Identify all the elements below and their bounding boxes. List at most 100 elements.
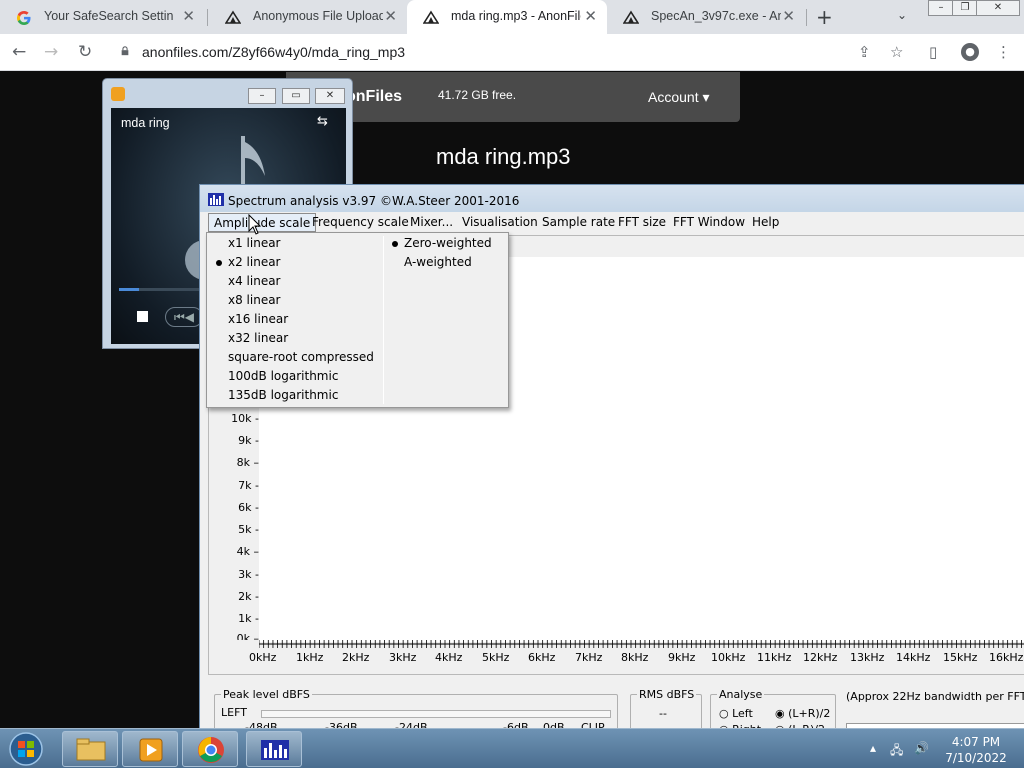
tab-separator — [207, 9, 208, 26]
back-arrow-icon[interactable]: ← — [12, 42, 26, 62]
analyse-label: Analyse — [717, 688, 765, 701]
amp-option[interactable]: x4 linear — [228, 274, 281, 288]
tab-search-chevron-icon[interactable]: ⌄ — [897, 8, 907, 22]
google-icon — [17, 11, 31, 25]
weighting-option[interactable]: Zero-weighted — [404, 236, 492, 250]
amp-option[interactable]: x2 linear — [228, 255, 281, 269]
menu-fft-size[interactable]: FFT size — [618, 215, 666, 229]
menu-mixer[interactable]: Mixer... — [410, 215, 453, 229]
y-tick: 1k - — [238, 612, 259, 625]
tab-label: Your SafeSearch Setting — [44, 9, 174, 23]
rms-left-value: -- — [659, 707, 667, 720]
profile-avatar-icon[interactable]: ● — [961, 43, 979, 61]
taskbar-spectrum-analysis[interactable] — [246, 731, 302, 767]
close-icon[interactable]: ✕ — [384, 7, 397, 25]
taskbar-media-player[interactable] — [122, 731, 178, 767]
address-bar[interactable]: anonfiles.com/Z8yf66w4y0/mda_ring_mp3 — [110, 38, 928, 67]
tab-separator — [806, 9, 807, 26]
player-minimize-button[interactable]: – — [248, 88, 276, 104]
amp-option[interactable]: x32 linear — [228, 331, 288, 345]
amp-option[interactable]: x8 linear — [228, 293, 281, 307]
windows-taskbar: ▴ 🖧 🔊 4:07 PM 7/10/2022 — [0, 728, 1024, 768]
peak-level-label: Peak level dBFS — [221, 688, 312, 701]
tab-safesearch[interactable]: Your SafeSearch Setting ✕ — [0, 0, 205, 34]
windows-start-icon[interactable] — [4, 731, 48, 767]
close-icon[interactable]: ✕ — [182, 7, 195, 25]
amp-option[interactable]: 100dB logarithmic — [228, 369, 338, 383]
switch-view-icon[interactable]: ⇆ — [317, 114, 328, 129]
selected-bullet-icon — [392, 241, 398, 247]
show-hidden-icons[interactable]: ▴ — [870, 741, 876, 755]
radio-left-label: Left — [732, 707, 753, 720]
taskbar-explorer[interactable] — [62, 731, 118, 767]
weighting-option[interactable]: A-weighted — [404, 255, 472, 269]
x-tick: 5kHz — [482, 651, 510, 664]
tab-anonymous-upload[interactable]: Anonymous File Upload ✕ — [209, 0, 407, 34]
site-brand[interactable]: onFiles — [346, 88, 402, 106]
account-menu[interactable]: Account ▾ — [648, 89, 710, 106]
player-maximize-button[interactable]: ▭ — [282, 88, 310, 104]
tab-label: SpecAn_3v97c.exe - Anon — [651, 9, 781, 23]
menu-fft-window[interactable]: FFT Window — [673, 215, 745, 229]
y-tick: 2k - — [238, 590, 259, 603]
share-icon[interactable]: ⇪ — [858, 43, 871, 61]
close-icon[interactable]: ✕ — [584, 7, 597, 25]
x-tick: 13kHz — [850, 651, 885, 664]
anonfiles-icon — [623, 10, 639, 24]
selected-bullet-icon — [216, 260, 222, 266]
menu-help[interactable]: Help — [752, 215, 779, 229]
spectrum-title: Spectrum analysis v3.97 ©W.A.Steer 2001-… — [228, 194, 520, 208]
system-clock[interactable]: 4:07 PM 7/10/2022 — [944, 734, 1008, 766]
radio-left[interactable]: ○ Left — [719, 707, 753, 720]
menu-frequency-scale[interactable]: Frequency scale — [312, 215, 409, 229]
x-tick: 9kHz — [668, 651, 696, 664]
free-space-text: 41.72 GB free. — [438, 88, 517, 102]
clock-time: 4:07 PM — [951, 735, 1001, 749]
stop-button[interactable] — [137, 311, 148, 322]
site-header: onFiles 41.72 GB free. Account ▾ — [286, 72, 740, 122]
menu-sample-rate[interactable]: Sample rate — [542, 215, 615, 229]
amp-option[interactable]: square-root compressed — [228, 350, 374, 364]
x-tick: 14kHz — [896, 651, 931, 664]
radio-mid[interactable]: ◉ (L+R)/2 — [775, 707, 830, 720]
anonfiles-icon — [225, 10, 241, 24]
close-icon[interactable]: ✕ — [782, 7, 795, 25]
spectrum-app-icon — [208, 193, 224, 206]
amp-option[interactable]: x1 linear — [228, 236, 378, 255]
spectrum-titlebar: Spectrum analysis v3.97 ©W.A.Steer 2001-… — [200, 185, 1024, 215]
close-window-button[interactable]: ✕ — [976, 0, 1020, 16]
seek-bar-fill — [119, 288, 139, 291]
anonfiles-icon — [423, 10, 439, 24]
forward-arrow-icon[interactable]: → — [44, 42, 58, 62]
bookmark-star-icon[interactable]: ☆ — [890, 43, 903, 61]
player-close-button[interactable]: ✕ — [315, 88, 345, 104]
menu-column-divider — [383, 236, 384, 404]
tab-label: Anonymous File Upload — [253, 9, 383, 23]
amp-option[interactable]: 135dB logarithmic — [228, 388, 338, 402]
menu-amplitude-scale[interactable]: Amplitude scale — [208, 213, 317, 232]
x-tick: 12kHz — [803, 651, 838, 664]
spectrum-app-icon — [261, 740, 289, 760]
taskbar-chrome[interactable] — [182, 731, 238, 767]
menu-visualisation[interactable]: Visualisation — [462, 215, 538, 229]
x-tick: 3kHz — [389, 651, 417, 664]
amp-option[interactable]: x16 linear — [228, 312, 288, 326]
x-tick: 0kHz — [249, 651, 277, 664]
more-menu-icon[interactable]: ⋮ — [996, 43, 1011, 61]
url-text[interactable]: anonfiles.com/Z8yf66w4y0/mda_ring_mp3 — [142, 44, 405, 60]
tab-specan-exe[interactable]: SpecAn_3v97c.exe - Anon ✕ — [607, 0, 805, 34]
network-icon[interactable]: 🖧 — [890, 741, 903, 762]
lock-icon — [121, 46, 129, 56]
minimize-button[interactable]: – — [928, 0, 954, 16]
volume-icon[interactable]: 🔊 — [914, 741, 929, 755]
clock-date: 7/10/2022 — [945, 751, 1007, 765]
file-title: mda ring.mp3 — [436, 144, 571, 169]
x-tick: 2kHz — [342, 651, 370, 664]
x-axis-ruler — [259, 640, 1024, 648]
new-tab-button[interactable]: + — [816, 5, 833, 29]
tab-mda-ring[interactable]: mda ring.mp3 - AnonFile ✕ — [407, 0, 607, 34]
reload-icon[interactable]: ↻ — [78, 42, 92, 62]
previous-track-button[interactable]: ⏮◀ — [165, 307, 203, 327]
maximize-button[interactable]: ❐ — [952, 0, 978, 16]
side-panel-icon[interactable]: ▯ — [929, 43, 937, 61]
